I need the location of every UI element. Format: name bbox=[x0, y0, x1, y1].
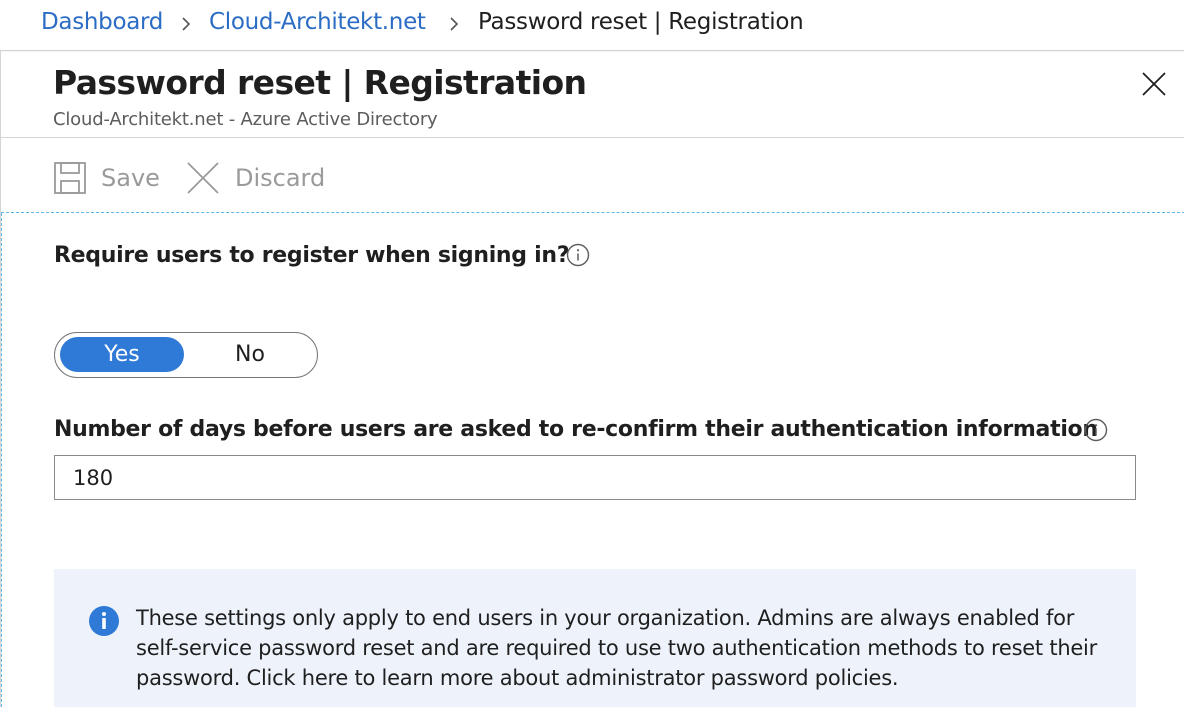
page-title: Password reset | Registration bbox=[53, 63, 587, 102]
save-icon bbox=[54, 162, 86, 194]
info-filled-icon bbox=[89, 606, 119, 636]
page-subtitle: Cloud-Architekt.net - Azure Active Direc… bbox=[53, 109, 438, 130]
close-icon[interactable] bbox=[1137, 67, 1171, 101]
discard-button[interactable]: Discard bbox=[185, 160, 325, 196]
chevron-right-icon bbox=[450, 17, 459, 31]
blade: Password reset | Registration Cloud-Arch… bbox=[0, 50, 1184, 707]
toggle-option-no[interactable]: No bbox=[188, 337, 312, 372]
breadcrumb-tenant[interactable]: Cloud-Architekt.net bbox=[209, 9, 426, 35]
info-notice: These settings only apply to end users i… bbox=[54, 569, 1136, 707]
require-register-toggle: Yes No bbox=[54, 332, 318, 378]
blade-header: Password reset | Registration Cloud-Arch… bbox=[1, 50, 1184, 138]
chevron-right-icon bbox=[182, 17, 191, 31]
reconfirm-days-label: Number of days before users are asked to… bbox=[54, 417, 1098, 442]
toggle-option-yes[interactable]: Yes bbox=[60, 337, 184, 372]
blade-content: Require users to register when signing i… bbox=[1, 213, 1184, 707]
save-label: Save bbox=[101, 164, 160, 192]
notice-text[interactable]: These settings only apply to end users i… bbox=[136, 603, 1116, 693]
info-icon[interactable] bbox=[1084, 418, 1108, 442]
reconfirm-days-input[interactable] bbox=[54, 455, 1136, 500]
breadcrumb: Dashboard Cloud-Architekt.net Password r… bbox=[0, 0, 1184, 50]
require-register-label: Require users to register when signing i… bbox=[54, 243, 570, 268]
command-bar: Save Discard bbox=[1, 138, 1184, 213]
breadcrumb-dashboard[interactable]: Dashboard bbox=[41, 9, 163, 35]
breadcrumb-current: Password reset | Registration bbox=[478, 9, 804, 35]
save-button[interactable]: Save bbox=[53, 160, 160, 196]
discard-icon bbox=[187, 162, 219, 194]
password-reset-registration-page: Dashboard Cloud-Architekt.net Password r… bbox=[0, 0, 1184, 707]
discard-label: Discard bbox=[235, 164, 326, 192]
info-icon[interactable] bbox=[566, 243, 590, 267]
